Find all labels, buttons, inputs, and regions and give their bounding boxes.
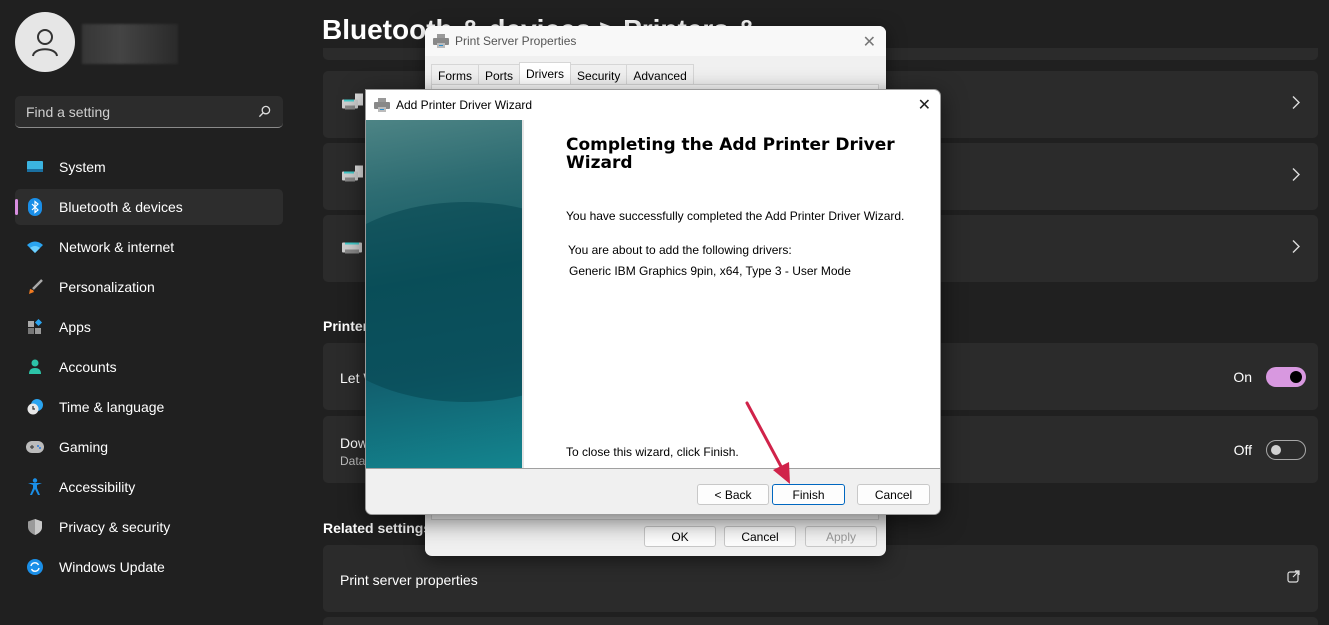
tab-drivers[interactable]: Drivers: [519, 62, 572, 86]
banner-decoration: [366, 202, 522, 402]
sidebar-item-personalization[interactable]: Personalization: [15, 269, 283, 305]
ok-button[interactable]: OK: [644, 526, 716, 547]
card-partial: [323, 617, 1318, 625]
tab-advanced[interactable]: Advanced: [626, 64, 694, 86]
related-item-label: Print server properties: [340, 572, 478, 588]
bluetooth-icon: [26, 198, 44, 216]
person-outline-icon: [32, 29, 58, 57]
shield-icon: [26, 518, 44, 536]
sidebar-item-windows-update[interactable]: Windows Update: [15, 549, 283, 585]
chevron-right-icon: [1292, 167, 1300, 186]
wizard-success-text: You have successfully completed the Add …: [566, 209, 905, 223]
printer-preferences-heading: Printer: [323, 318, 369, 334]
chevron-right-icon: [1292, 95, 1300, 114]
wizard-about-text: You are about to add the following drive…: [568, 243, 792, 257]
sidebar-item-accounts[interactable]: Accounts: [15, 349, 283, 385]
apply-button[interactable]: Apply: [805, 526, 877, 547]
close-icon[interactable]: ✕: [918, 95, 931, 115]
sidebar-item-label: Privacy & security: [59, 519, 171, 535]
printer-icon: [341, 165, 365, 188]
sidebar-item-label: Time & language: [59, 399, 165, 415]
sidebar-item-label: Personalization: [59, 279, 155, 295]
dialog-titlebar: Print Server Properties: [425, 26, 886, 56]
username-redacted: [82, 24, 178, 64]
sidebar-item-label: System: [59, 159, 106, 175]
printer-icon: [433, 34, 449, 48]
dialog-title: Print Server Properties: [455, 34, 577, 48]
tab-ports[interactable]: Ports: [478, 64, 521, 86]
toggle-group: Off: [1233, 439, 1306, 460]
finish-button[interactable]: Finish: [772, 484, 845, 505]
toggle-switch-on[interactable]: [1266, 366, 1306, 387]
toggle-knob: [1290, 370, 1302, 383]
sidebar-item-label: Network & internet: [59, 239, 175, 255]
sidebar-item-label: Accounts: [59, 359, 117, 375]
sidebar-item-apps[interactable]: Apps: [15, 309, 283, 345]
cancel-button[interactable]: Cancel: [724, 526, 796, 547]
related-settings-heading: Related settings: [323, 520, 432, 536]
wifi-icon: [26, 238, 44, 256]
search-input[interactable]: Find a setting: [15, 96, 283, 128]
sidebar-item-label: Apps: [59, 319, 91, 335]
add-printer-driver-wizard: Add Printer Driver Wizard ✕ Completing t…: [365, 89, 941, 515]
chevron-right-icon: [1292, 239, 1300, 258]
wizard-titlebar: Add Printer Driver Wizard: [366, 90, 940, 120]
apps-icon: [26, 318, 44, 336]
sidebar-nav: System Bluetooth & devices Network & int…: [15, 149, 283, 589]
sidebar-item-network[interactable]: Network & internet: [15, 229, 283, 265]
setting-label: Dow: [340, 435, 369, 451]
tab-security[interactable]: Security: [570, 64, 628, 86]
cancel-button[interactable]: Cancel: [857, 484, 930, 505]
sidebar-item-label: Accessibility: [59, 479, 136, 495]
sidebar-item-accessibility[interactable]: Accessibility: [15, 469, 283, 505]
sidebar-item-privacy-security[interactable]: Privacy & security: [15, 509, 283, 545]
sidebar-item-label: Bluetooth & devices: [59, 199, 183, 215]
sidebar-item-label: Gaming: [59, 439, 109, 455]
sidebar-item-time-language[interactable]: Time & language: [15, 389, 283, 425]
open-external-icon: [1287, 569, 1300, 588]
back-button[interactable]: < Back: [697, 484, 769, 505]
wizard-side-banner: [366, 120, 524, 468]
monitor-icon: [26, 158, 44, 176]
wizard-title: Add Printer Driver Wizard: [396, 98, 533, 112]
printer-icon: [341, 93, 365, 116]
avatar[interactable]: [15, 12, 75, 72]
tab-forms[interactable]: Forms: [431, 64, 479, 86]
person-icon: [26, 358, 44, 376]
wizard-heading: Completing the Add Printer Driver Wizard: [566, 135, 895, 173]
wizard-driver-text: Generic IBM Graphics 9pin, x64, Type 3 -…: [569, 264, 851, 278]
gamepad-icon: [26, 438, 44, 456]
sidebar-item-gaming[interactable]: Gaming: [15, 429, 283, 465]
search-icon: [258, 105, 271, 118]
sidebar-item-label: Windows Update: [59, 559, 165, 575]
close-icon[interactable]: ✕: [863, 32, 876, 52]
search-placeholder: Find a setting: [26, 103, 111, 120]
wizard-footer: < Back Finish Cancel: [366, 468, 940, 514]
sidebar-item-bluetooth-devices[interactable]: Bluetooth & devices: [15, 189, 283, 225]
sidebar-item-system[interactable]: System: [15, 149, 283, 185]
clock-globe-icon: [26, 398, 44, 416]
wizard-close-hint: To close this wizard, click Finish.: [566, 445, 739, 459]
sync-icon: [26, 558, 44, 576]
accessibility-icon: [26, 478, 44, 496]
setting-sublabel: Data: [340, 454, 366, 468]
printer-icon: [374, 98, 390, 112]
toggle-state-label: Off: [1233, 441, 1252, 458]
toggle-state-label: On: [1233, 368, 1252, 385]
toggle-group: On: [1233, 366, 1306, 387]
tab-strip: Forms Ports Drivers Security Advanced: [431, 62, 694, 86]
brush-icon: [26, 278, 44, 296]
printer-icon: [341, 237, 365, 260]
toggle-knob: [1271, 444, 1281, 455]
toggle-switch-off[interactable]: [1266, 439, 1306, 460]
